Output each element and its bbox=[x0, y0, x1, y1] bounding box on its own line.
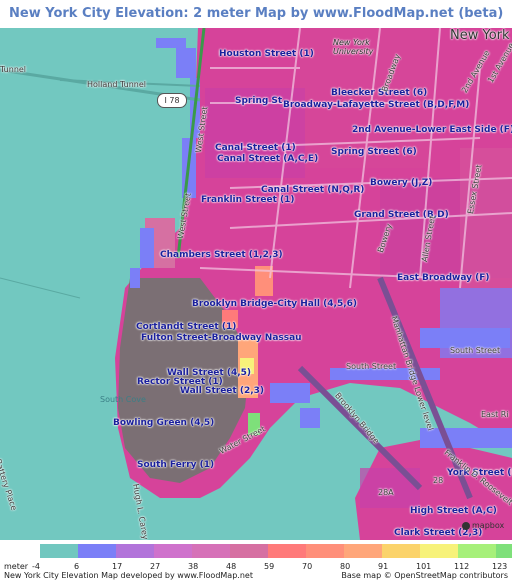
legend-swatch bbox=[154, 544, 192, 558]
mapbox-logo: mapbox bbox=[462, 521, 504, 530]
legend-swatch bbox=[458, 544, 496, 558]
station-2nd-avenue[interactable]: 2nd Avenue-Lower East Side (F) bbox=[352, 125, 512, 135]
legend-swatch bbox=[40, 544, 78, 558]
station-spring-6[interactable]: Spring Street (6) bbox=[331, 147, 417, 157]
road-south-street-1: South Street bbox=[346, 362, 397, 371]
legend-tick: 91 bbox=[378, 562, 389, 571]
legend-swatch bbox=[230, 544, 268, 558]
interstate-shield: I 78 bbox=[157, 93, 187, 108]
road-south-street-2: South Street bbox=[450, 346, 501, 355]
credit-left: New York City Elevation Map developed by… bbox=[4, 571, 253, 580]
station-cortlandt[interactable]: Cortlandt Street (1) bbox=[136, 322, 236, 332]
station-canal-1[interactable]: Canal Street (1) bbox=[215, 143, 296, 153]
mapbox-icon bbox=[462, 521, 470, 530]
legend-swatch bbox=[306, 544, 344, 558]
station-broadway-lafayette[interactable]: Broadway-Lafayette Street (B,D,F,M) bbox=[283, 100, 469, 110]
legend-tick: 17 bbox=[112, 562, 123, 571]
place-new-york: New York bbox=[450, 28, 510, 43]
legend-tick: 38 bbox=[188, 562, 199, 571]
station-bowery[interactable]: Bowery (J,Z) bbox=[370, 178, 432, 188]
legend-tick: 27 bbox=[150, 562, 161, 571]
road-28: 28 bbox=[433, 476, 444, 485]
title-bar: New York City Elevation: 2 meter Map by … bbox=[0, 0, 512, 28]
station-south-ferry[interactable]: South Ferry (1) bbox=[137, 460, 214, 470]
station-fulton[interactable]: Fulton Street-Broadway Nassau bbox=[141, 333, 302, 343]
legend-tick: -4 bbox=[32, 562, 40, 571]
road-holland-tunnel: Holland Tunnel bbox=[87, 80, 146, 89]
mapbox-label: mapbox bbox=[472, 521, 505, 530]
legend-tick: 59 bbox=[264, 562, 275, 571]
legend-swatch bbox=[268, 544, 306, 558]
elevation-map[interactable]: I 78 New York New York University South … bbox=[0, 28, 512, 540]
legend-swatch bbox=[116, 544, 154, 558]
station-houston[interactable]: Houston Street (1) bbox=[219, 49, 314, 59]
station-brooklyn-bridge-city-hall[interactable]: Brooklyn Bridge-City Hall (4,5,6) bbox=[192, 299, 357, 309]
station-wall-23[interactable]: Wall Street (2,3) bbox=[180, 386, 264, 396]
legend-tick: 101 bbox=[416, 562, 432, 571]
legend-tick: 70 bbox=[302, 562, 313, 571]
place-south-cove: South Cove bbox=[100, 395, 146, 404]
credit-right: Base map © OpenStreetMap contributors bbox=[341, 571, 508, 580]
legend-tick: 48 bbox=[226, 562, 237, 571]
station-spring-st[interactable]: Spring St bbox=[235, 96, 282, 106]
map-title: New York City Elevation: 2 meter Map by … bbox=[9, 6, 504, 21]
legend-swatch bbox=[344, 544, 382, 558]
legend-swatch bbox=[382, 544, 420, 558]
road-tunnel-edge: Tunnel bbox=[0, 65, 27, 74]
station-canal-nqr[interactable]: Canal Street (N,Q,R) bbox=[261, 185, 364, 195]
legend-swatch bbox=[496, 544, 512, 558]
station-chambers[interactable]: Chambers Street (1,2,3) bbox=[160, 250, 283, 260]
legend-unit: meter bbox=[4, 562, 29, 571]
elevation-legend: meter -4 6 17 27 38 48 59 70 80 91 101 112 123 New Y… bbox=[0, 540, 512, 582]
legend-tick: 80 bbox=[340, 562, 351, 571]
station-franklin[interactable]: Franklin Street (1) bbox=[201, 195, 295, 205]
station-east-broadway[interactable]: East Broadway (F) bbox=[397, 273, 490, 283]
place-new-york-university: New York University bbox=[333, 38, 374, 56]
station-high[interactable]: High Street (A,C) bbox=[410, 506, 497, 516]
road-28a: 28A bbox=[378, 488, 394, 497]
station-canal-ace[interactable]: Canal Street (A,C,E) bbox=[217, 154, 318, 164]
legend-tick: 123 bbox=[492, 562, 508, 571]
station-bowling-green[interactable]: Bowling Green (4,5) bbox=[113, 418, 214, 428]
legend-swatch bbox=[78, 544, 116, 558]
road-east-river: East Ri bbox=[481, 410, 509, 419]
legend-swatch bbox=[192, 544, 230, 558]
legend-swatch bbox=[420, 544, 458, 558]
legend-tick: 112 bbox=[454, 562, 470, 571]
legend-tick: 6 bbox=[74, 562, 80, 571]
